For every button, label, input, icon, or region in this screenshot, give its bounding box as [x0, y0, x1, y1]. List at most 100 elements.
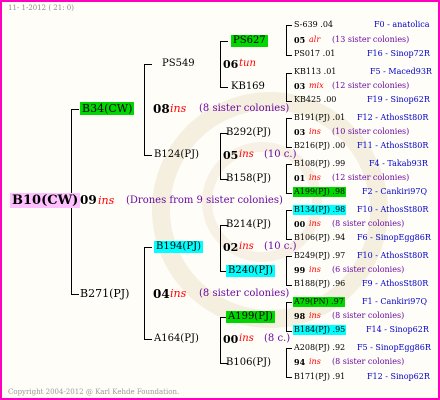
timestamp: 11- 1-2012 ( 21: 0) — [8, 4, 74, 12]
lb-num: 00 — [223, 333, 239, 346]
leaf-ins: alr — [309, 35, 321, 44]
connector — [286, 256, 292, 257]
queen-la2[interactable]: B240(PJ) — [226, 265, 275, 277]
queen-ua[interactable]: PS549 — [162, 59, 195, 69]
connector — [220, 41, 221, 87]
connector — [286, 25, 287, 55]
leaf-name[interactable]: B188(PJ) .96 — [294, 280, 345, 288]
leaf-name[interactable]: B108(PJ) .99 — [294, 160, 345, 168]
leaf-name[interactable]: KB113 .01 — [294, 68, 336, 76]
queen-ub2[interactable]: B158(PJ) — [226, 174, 271, 184]
connector — [286, 302, 287, 331]
connector — [71, 109, 79, 110]
connector — [144, 64, 152, 65]
connector — [220, 133, 221, 179]
ua-num: 06 — [223, 58, 239, 71]
leaf-loc: F6 - SinopEgg86R — [357, 233, 431, 242]
queen-root[interactable]: B10(CW) — [10, 193, 81, 208]
connector — [286, 147, 292, 148]
copyright: Copyright 2004-2012 @ Karl Kehde Foundat… — [8, 388, 180, 396]
root-ins: ins — [98, 194, 115, 207]
connector — [144, 247, 145, 339]
connector — [286, 285, 292, 286]
lower-note: (8 sister colonies) — [199, 288, 290, 299]
queen-lb1[interactable]: A199(PJ) — [226, 311, 275, 323]
ua-ins: tun — [239, 58, 256, 69]
queen-lb[interactable]: A164(PJ) — [154, 334, 199, 344]
leaf-loc: F9 - AthosSt80R — [362, 279, 429, 288]
la-note: (10 c.) — [264, 241, 297, 252]
connector — [220, 225, 221, 271]
connector — [71, 294, 79, 295]
leaf-loc: F12 - AthosSt80R — [357, 113, 429, 122]
connector — [286, 25, 292, 26]
leaf-note: (12 sister colonies) — [332, 173, 410, 182]
leaf-loc: F11 - AthosSt80R — [357, 141, 429, 150]
queen-ub[interactable]: B124(PJ) — [154, 150, 199, 160]
leaf-ins: ins — [309, 311, 321, 320]
leaf-note: (8 sister colonies) — [332, 311, 405, 320]
connector — [286, 210, 287, 239]
queen-ub1[interactable]: B292(PJ) — [226, 128, 271, 138]
leaf-loc: F5 - Maced93R — [370, 67, 432, 76]
leaf-name[interactable]: B106(PJ) .94 — [294, 234, 345, 242]
leaf-loc: F14 - Sinop62R — [366, 325, 429, 334]
connector — [286, 302, 292, 303]
queen-lb2[interactable]: B106(PJ) — [226, 358, 271, 368]
connector — [220, 317, 221, 363]
leaf-name[interactable]: B184(PJ) .95 — [293, 325, 347, 335]
leaf-note: (8 sister colonies) — [332, 357, 405, 366]
leaf-num: 98 — [294, 311, 306, 321]
connector — [286, 118, 287, 147]
leaf-note: (13 sister colonies) — [332, 35, 410, 44]
leaf-name[interactable]: A199(PJ) .98 — [293, 187, 347, 197]
la-num: 02 — [223, 241, 239, 254]
connector — [220, 41, 228, 42]
lower-num: 04 — [153, 287, 170, 301]
leaf-name[interactable]: B249(PJ) .97 — [294, 252, 345, 260]
queen-ua1[interactable]: PS627 — [231, 35, 268, 47]
leaf-name[interactable]: PS017 .01 — [294, 50, 335, 58]
queen-la1[interactable]: B214(PJ) — [226, 220, 271, 230]
leaf-note: (10 sister colonies) — [332, 127, 410, 136]
leaf-loc: F0 - anatolica — [374, 20, 430, 29]
leaf-name[interactable]: B216(PJ) .00 — [294, 142, 345, 150]
connector — [144, 155, 152, 156]
leaf-name[interactable]: A79(PN) .97 — [293, 297, 345, 307]
leaf-ins: ins — [309, 219, 321, 228]
queen-ua2[interactable]: KB169 — [231, 82, 265, 92]
connector — [286, 164, 287, 193]
leaf-loc: F12 - Sinop62R — [367, 372, 430, 381]
leaf-num: 03 — [294, 127, 306, 137]
connector — [286, 73, 287, 101]
ub-note: (10 c.) — [264, 149, 297, 160]
lower-ins: ins — [170, 287, 187, 300]
connector — [286, 377, 292, 378]
connector — [286, 210, 292, 211]
leaf-name[interactable]: S-639 .04 — [294, 21, 333, 29]
leaf-loc: F19 - Sinop62R — [367, 95, 430, 104]
ub-num: 05 — [223, 149, 239, 162]
connector — [286, 73, 292, 74]
upper-note: (8 sister colonies) — [199, 103, 290, 114]
connector — [286, 256, 287, 285]
leaf-name[interactable]: KB425 .00 — [294, 96, 336, 104]
connector — [144, 64, 145, 155]
lb-note: (8 c.) — [264, 333, 291, 344]
leaf-ins: ins — [309, 265, 321, 274]
queen-upper[interactable]: B34(CW) — [80, 102, 135, 115]
leaf-num: 00 — [294, 219, 306, 229]
leaf-name[interactable]: B171(PJ) .91 — [294, 373, 345, 381]
leaf-name[interactable]: B191(PJ) .01 — [294, 114, 345, 122]
leaf-num: 94 — [294, 357, 306, 367]
connector — [220, 87, 228, 88]
leaf-name[interactable]: B134(PJ) .98 — [293, 205, 347, 215]
leaf-ins: ins — [309, 127, 321, 136]
leaf-note: (6 sister colonies) — [332, 265, 405, 274]
queen-lower[interactable]: B271(PJ) — [80, 288, 129, 299]
connector — [286, 331, 292, 332]
leaf-loc: F10 - AthosSt80R — [357, 251, 429, 260]
leaf-num: 01 — [294, 173, 306, 183]
queen-la[interactable]: B194(PJ) — [154, 241, 203, 253]
leaf-name[interactable]: A208(PJ) .92 — [294, 344, 345, 352]
